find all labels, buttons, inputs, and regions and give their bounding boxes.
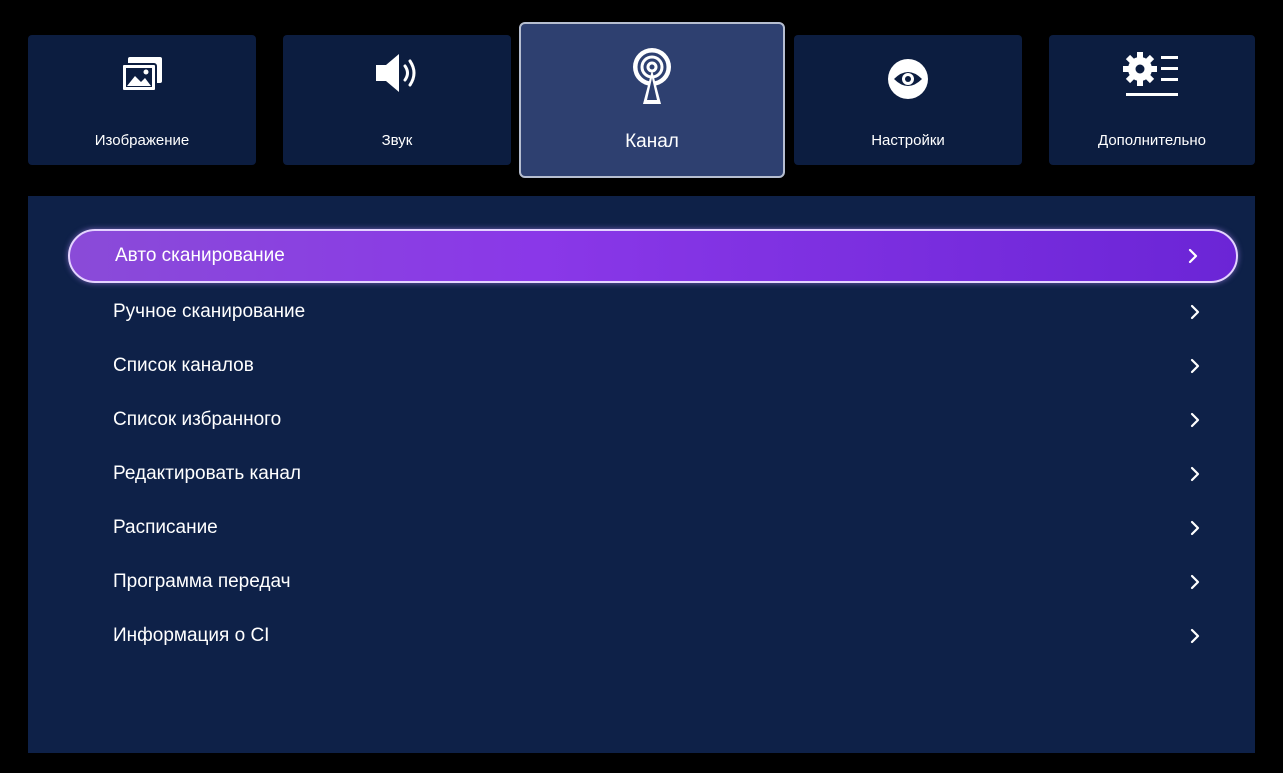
tab-sound-label: Звук	[381, 132, 413, 149]
menu-item-label: Редактировать канал	[113, 463, 301, 484]
menu-item-label: Информация о CI	[113, 625, 270, 646]
menu-item-label: Программа передач	[113, 571, 291, 592]
channel-menu-panel: Авто сканирование Ручное сканирование Сп…	[28, 196, 1255, 753]
menu-item-auto-scan[interactable]: Авто сканирование	[68, 229, 1238, 283]
menu-item-ci-info[interactable]: Информация о CI	[68, 609, 1238, 663]
menu-item-label: Расписание	[113, 517, 218, 538]
menu-item-edit-channel[interactable]: Редактировать канал	[68, 447, 1238, 501]
chevron-right-icon	[1190, 358, 1200, 374]
menu-item-label: Список избранного	[113, 409, 282, 430]
chevron-right-icon	[1188, 248, 1198, 264]
chevron-right-icon	[1190, 466, 1200, 482]
gear-list-icon	[1123, 52, 1178, 96]
tab-channel-label: Канал	[625, 131, 679, 152]
menu-item-manual-scan[interactable]: Ручное сканирование	[68, 285, 1238, 339]
tab-advanced-label: Дополнительно	[1098, 132, 1206, 149]
menu-item-favorites-list[interactable]: Список избранного	[68, 393, 1238, 447]
tab-settings[interactable]: Настройки	[794, 35, 1022, 165]
menu-item-program-guide[interactable]: Программа передач	[68, 555, 1238, 609]
chevron-right-icon	[1190, 520, 1200, 536]
menu-item-channel-list[interactable]: Список каналов	[68, 339, 1238, 393]
chevron-right-icon	[1190, 574, 1200, 590]
tab-advanced[interactable]: Дополнительно	[1049, 35, 1255, 165]
speaker-icon	[376, 54, 416, 92]
tab-picture-label: Изображение	[94, 132, 190, 149]
tab-settings-label: Настройки	[871, 132, 945, 149]
tab-sound[interactable]: Звук	[283, 35, 511, 165]
eye-icon	[888, 59, 928, 99]
picture-icon	[121, 57, 162, 92]
menu-item-schedule[interactable]: Расписание	[68, 501, 1238, 555]
chevron-right-icon	[1190, 628, 1200, 644]
menu-item-label: Авто сканирование	[115, 245, 285, 266]
chevron-right-icon	[1190, 304, 1200, 320]
antenna-icon	[633, 48, 671, 104]
top-tab-bar: Изображение Звук Канал Настройки Дополни…	[0, 0, 1283, 200]
chevron-right-icon	[1190, 412, 1200, 428]
tab-picture[interactable]: Изображение	[28, 35, 256, 165]
tab-channel[interactable]: Канал	[519, 22, 785, 178]
menu-item-label: Ручное сканирование	[113, 301, 306, 322]
menu-item-label: Список каналов	[113, 355, 254, 376]
